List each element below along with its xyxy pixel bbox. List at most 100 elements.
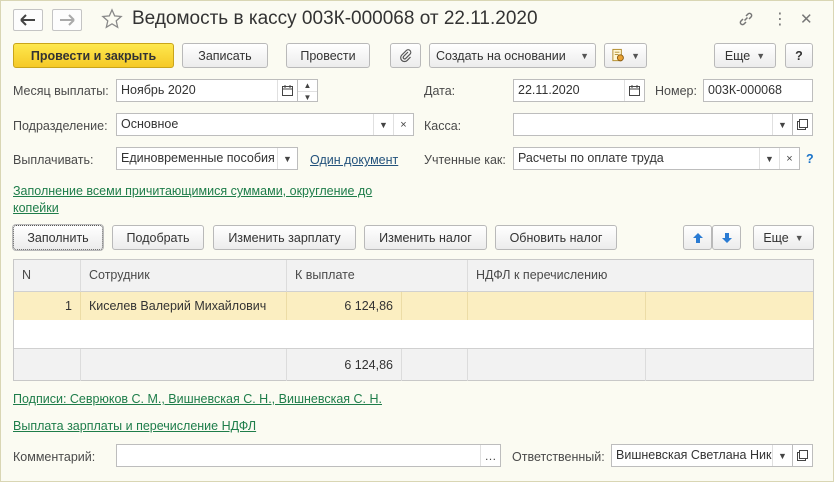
table-row[interactable]: 1 Киселев Валерий Михайлович 6 124,86 bbox=[14, 292, 813, 320]
save-button[interactable]: Записать bbox=[182, 43, 268, 68]
signatures-link[interactable]: Подписи: Севрюков С. М., Вишневская С. Н… bbox=[13, 392, 382, 406]
change-tax-button[interactable]: Изменить налог bbox=[364, 225, 487, 250]
one-document-link[interactable]: Один документ bbox=[310, 153, 398, 167]
month-label: Месяц выплаты: bbox=[13, 84, 109, 98]
responsible-field[interactable]: Вишневская Светлана Николаевна ▼ bbox=[611, 444, 793, 467]
pay-field[interactable]: Единовременные пособия ▼ bbox=[116, 147, 298, 170]
calendar-icon[interactable] bbox=[624, 80, 644, 101]
update-tax-button[interactable]: Обновить налог bbox=[495, 225, 617, 250]
calendar-icon[interactable] bbox=[277, 80, 297, 101]
division-value: Основное bbox=[121, 117, 179, 131]
chevron-down-icon: ▼ bbox=[756, 50, 766, 61]
more-button[interactable]: Еще ▼ bbox=[714, 43, 776, 68]
table-more-button[interactable]: Еще ▼ bbox=[753, 225, 814, 250]
footer-cell bbox=[468, 349, 646, 381]
stepper-down-icon[interactable]: ▼ bbox=[298, 92, 317, 103]
date-value: 22.11.2020 bbox=[518, 83, 580, 97]
move-up-button[interactable] bbox=[683, 225, 712, 250]
footer-cell bbox=[402, 349, 468, 381]
chevron-down-icon[interactable]: ▼ bbox=[772, 114, 792, 135]
accounted-field[interactable]: Расчеты по оплате труда ▼ × bbox=[513, 147, 800, 170]
cash-label: Касса: bbox=[424, 119, 462, 133]
ellipsis-icon[interactable]: … bbox=[480, 445, 500, 466]
clear-icon[interactable]: × bbox=[779, 148, 799, 169]
help-button[interactable]: ? bbox=[785, 43, 813, 68]
footer-cell bbox=[81, 349, 287, 381]
cash-value bbox=[514, 114, 772, 135]
chevron-down-icon: ▼ bbox=[580, 50, 589, 61]
row-amount-extra bbox=[402, 292, 468, 320]
accounted-label: Учтенные как: bbox=[424, 153, 506, 167]
fill-mode-link[interactable]: Заполнение всеми причитающимися суммами,… bbox=[13, 183, 413, 217]
fill-button[interactable]: Заполнить bbox=[12, 224, 104, 251]
help-question-icon[interactable]: ? bbox=[806, 152, 814, 166]
close-icon[interactable]: ✕ bbox=[800, 10, 813, 28]
employees-table[interactable]: N Сотрудник К выплате НДФЛ к перечислени… bbox=[13, 259, 814, 381]
back-button[interactable] bbox=[13, 9, 43, 31]
open-responsible-button[interactable] bbox=[792, 444, 813, 467]
page-title: Ведомость в кассу 003К-000068 от 22.11.2… bbox=[132, 8, 538, 29]
table-more-label: Еще bbox=[763, 230, 789, 245]
number-label: Номер: bbox=[655, 84, 697, 98]
column-header-amount[interactable]: К выплате bbox=[287, 260, 468, 292]
pay-label: Выплачивать: bbox=[13, 153, 94, 167]
column-header-n[interactable]: N bbox=[14, 260, 81, 292]
row-amount: 6 124,86 bbox=[287, 292, 402, 320]
arrow-right-icon bbox=[60, 14, 75, 26]
chevron-down-icon[interactable]: ▼ bbox=[373, 114, 393, 135]
open-window-icon bbox=[797, 450, 808, 461]
payout-link[interactable]: Выплата зарплаты и перечисление НДФЛ bbox=[13, 419, 256, 433]
chevron-down-icon[interactable]: ▼ bbox=[772, 445, 792, 466]
create-based-on-label: Создать на основании bbox=[436, 48, 566, 63]
comment-value bbox=[117, 445, 480, 466]
chevron-down-icon[interactable]: ▼ bbox=[759, 148, 779, 169]
more-label: Еще bbox=[724, 48, 751, 63]
link-icon[interactable] bbox=[738, 11, 754, 30]
cash-field[interactable]: ▼ bbox=[513, 113, 793, 136]
division-field[interactable]: Основное ▼ × bbox=[116, 113, 414, 136]
arrow-left-icon bbox=[20, 14, 35, 26]
responsible-value: Вишневская Светлана Николаевна bbox=[616, 448, 772, 462]
row-employee: Киселев Валерий Михайлович bbox=[81, 292, 287, 320]
comment-label: Комментарий: bbox=[13, 450, 96, 464]
responsible-label: Ответственный: bbox=[512, 450, 605, 464]
row-tax-extra bbox=[646, 292, 813, 320]
arrow-down-icon bbox=[721, 232, 732, 243]
move-down-button[interactable] bbox=[712, 225, 741, 250]
footer-total-amount: 6 124,86 bbox=[287, 349, 402, 381]
number-value: 003К-000068 bbox=[708, 83, 783, 97]
footer-cell bbox=[14, 349, 81, 381]
date-label: Дата: bbox=[424, 84, 456, 98]
month-field[interactable]: Ноябрь 2020 bbox=[116, 79, 298, 102]
column-header-employee[interactable]: Сотрудник bbox=[81, 260, 287, 292]
number-field[interactable]: 003К-000068 bbox=[703, 79, 813, 102]
forward-button[interactable] bbox=[52, 9, 82, 31]
post-and-close-button[interactable]: Провести и закрыть bbox=[13, 43, 174, 68]
month-stepper[interactable]: ▲ ▼ bbox=[297, 79, 318, 102]
table-footer: 6 124,86 bbox=[14, 348, 813, 381]
column-header-tax[interactable]: НДФЛ к перечислению bbox=[468, 260, 813, 292]
change-salary-button[interactable]: Изменить зарплату bbox=[213, 225, 356, 250]
stepper-up-icon[interactable]: ▲ bbox=[298, 80, 317, 92]
select-button[interactable]: Подобрать bbox=[112, 225, 204, 250]
attach-button[interactable] bbox=[390, 43, 421, 68]
create-based-on-button[interactable]: Создать на основании ▼ bbox=[429, 43, 596, 68]
more-vertical-icon[interactable]: ⋮ bbox=[772, 9, 788, 29]
chevron-down-icon[interactable]: ▼ bbox=[277, 148, 297, 169]
open-cash-button[interactable] bbox=[792, 113, 813, 136]
clear-icon[interactable]: × bbox=[393, 114, 413, 135]
accounted-value: Расчеты по оплате труда bbox=[518, 151, 664, 165]
comment-field[interactable]: … bbox=[116, 444, 501, 467]
post-button[interactable]: Провести bbox=[286, 43, 370, 68]
division-label: Подразделение: bbox=[13, 119, 108, 133]
month-value: Ноябрь 2020 bbox=[121, 83, 196, 97]
open-window-icon bbox=[797, 119, 808, 130]
print-menu-button[interactable]: ▼ bbox=[604, 43, 647, 68]
arrow-up-icon bbox=[692, 232, 703, 243]
chevron-down-icon: ▼ bbox=[631, 50, 640, 61]
footer-cell bbox=[646, 349, 813, 381]
date-field[interactable]: 22.11.2020 bbox=[513, 79, 645, 102]
paperclip-icon bbox=[399, 48, 411, 62]
pay-value: Единовременные пособия bbox=[121, 151, 275, 165]
favorite-star-icon[interactable] bbox=[101, 8, 123, 33]
